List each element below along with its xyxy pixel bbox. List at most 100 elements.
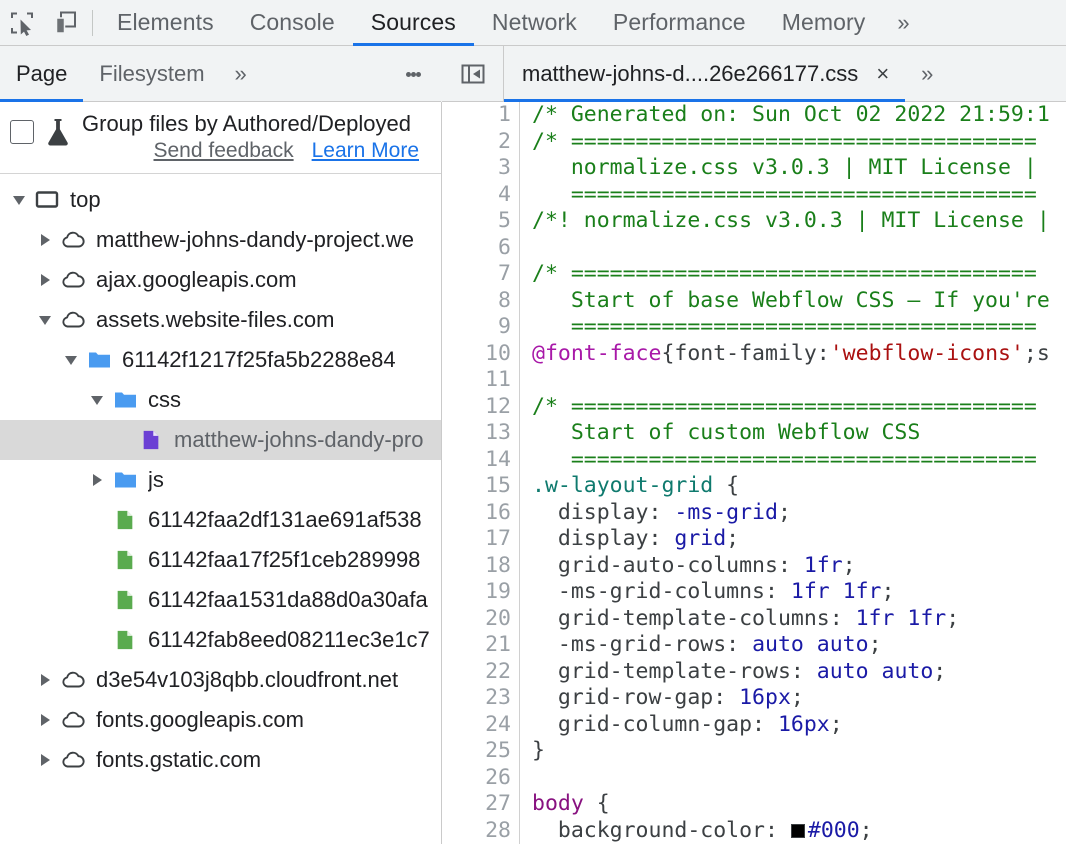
code-line-text[interactable]: ==================================== [520,182,1066,209]
code-line-text[interactable]: Start of base Webflow CSS – If you're [520,288,1066,315]
group-files-checkbox[interactable] [10,120,34,144]
code-line: 9 ==================================== [442,314,1066,341]
chevron-right-icon[interactable] [32,754,58,766]
code-line-text[interactable]: background-color: #000; [520,818,1066,844]
tree-row[interactable]: js [0,460,441,500]
tree-row[interactable]: 61142f1217f25fa5b2288e84 [0,340,441,380]
code-line-text[interactable]: /*! normalize.css v3.0.3 | MIT License | [520,208,1066,235]
code-line-text[interactable]: display: grid; [520,526,1066,553]
editor-tab-css-file[interactable]: matthew-johns-d....26e266177.css × [504,45,906,102]
experiment-title: Group files by Authored/Deployed [82,111,411,136]
code-line-text[interactable]: .w-layout-grid { [520,473,1066,500]
device-toolbar-icon[interactable] [44,0,88,46]
tab-memory[interactable]: Memory [764,0,884,46]
editor-more-tabs-icon[interactable]: » [905,61,949,87]
tree-row[interactable]: matthew-johns-dandy-project.we [0,220,441,260]
inspect-element-icon[interactable] [0,0,44,46]
tab-sources[interactable]: Sources [352,0,474,46]
code-line-text[interactable]: grid-template-columns: 1fr 1fr; [520,606,1066,633]
experiment-links: Send feedback Learn More [82,139,431,163]
code-line-text[interactable]: grid-template-rows: auto auto; [520,659,1066,686]
code-token: /* ==================================== [532,393,1037,419]
chevron-down-icon[interactable] [84,395,110,405]
tree-row[interactable]: 61142faa2df131ae691af538 [0,500,441,540]
code-token: auto auto [816,658,934,684]
chevron-down-icon[interactable] [58,355,84,365]
devtools-window: Elements Console Sources Network Perform… [0,0,1066,844]
chevron-right-icon[interactable] [84,474,110,486]
tree-row[interactable]: fonts.googleapis.com [0,700,441,740]
tree-row[interactable]: css [0,380,441,420]
more-tabs-icon[interactable]: » [883,0,923,46]
code-line-text[interactable]: grid-column-gap: 16px; [520,712,1066,739]
code-line-text[interactable]: ==================================== [520,447,1066,474]
code-line: 20 grid-template-columns: 1fr 1fr; [442,605,1066,633]
code-token: #000 [807,817,860,843]
code-line-text[interactable]: -ms-grid-rows: auto auto; [520,632,1066,659]
send-feedback-link[interactable]: Send feedback [154,139,294,163]
tree-row[interactable]: 61142faa1531da88d0a30afa [0,580,441,620]
tree-row[interactable]: top [0,180,441,220]
code-line-text[interactable]: normalize.css v3.0.3 | MIT License | [520,155,1066,182]
tab-elements[interactable]: Elements [99,0,232,46]
close-icon[interactable]: × [874,62,891,85]
code-line-text[interactable] [520,235,1066,262]
tree-row[interactable]: 61142fab8eed08211ec3e1c7 [0,620,441,660]
line-number: 20 [442,605,520,632]
code-line-text[interactable] [520,367,1066,394]
tree-row[interactable]: matthew-johns-dandy-pro [0,420,441,460]
code-line: 7 /* ==================================== [442,261,1066,288]
collapse-sidebar-icon[interactable] [442,45,504,102]
chevron-down-icon[interactable] [6,195,32,205]
tab-network[interactable]: Network [474,0,595,46]
code-token: Start of base Webflow CSS – If you're [532,287,1050,313]
tree-row[interactable]: d3e54v103j8qbb.cloudfront.net [0,660,441,700]
tree-row[interactable]: fonts.gstatic.com [0,740,441,780]
chevron-down-icon[interactable] [32,315,58,325]
code-line-text[interactable]: -ms-grid-columns: 1fr 1fr; [520,579,1066,606]
code-content[interactable]: 1 /* Generated on: Sun Oct 02 2022 21:59:… [442,102,1066,844]
line-number: 6 [442,234,520,261]
code-line-text[interactable]: grid-auto-columns: 1fr; [520,553,1066,580]
navigator-tab-page[interactable]: Page [0,46,84,102]
code-line-text[interactable] [520,765,1066,792]
navigator-pane: Group files by Authored/Deployed Send fe… [0,102,441,844]
tree-row[interactable]: assets.website-files.com [0,300,441,340]
code-line-text[interactable]: grid-row-gap: 16px; [520,685,1066,712]
code-line-text[interactable]: /* ==================================== [520,129,1066,156]
chevron-right-icon[interactable] [32,274,58,286]
tree-row[interactable]: 61142faa17f25f1ceb289998 [0,540,441,580]
chevron-right-icon[interactable] [32,714,58,726]
panel-subbar: Page Filesystem » matthew-johns-d....26e… [0,45,1066,102]
code-token: ; [790,685,804,710]
tab-console[interactable]: Console [232,0,353,46]
code-line-text[interactable]: @font-face{font-family:'webflow-icons';s [520,341,1066,368]
code-line-text[interactable]: /* ==================================== [520,394,1066,421]
chevron-right-icon[interactable] [32,234,58,246]
code-line-text[interactable]: } [520,738,1066,765]
tree-row[interactable]: ajax.googleapis.com [0,260,441,300]
code-line-text[interactable]: body { [520,791,1066,818]
chevron-right-icon[interactable] [32,674,58,686]
code-line-text[interactable]: ==================================== [520,314,1066,341]
tree-row-label: matthew-johns-dandy-pro [174,427,424,452]
color-swatch-icon[interactable] [790,823,805,838]
code-line-text[interactable]: /* ==================================== [520,261,1066,288]
learn-more-link[interactable]: Learn More [312,139,419,163]
tab-performance[interactable]: Performance [595,0,764,46]
navigator-tabstrip: Page Filesystem » [0,46,441,102]
code-line-text[interactable]: Start of custom Webflow CSS [520,420,1066,447]
code-token: body [532,791,584,816]
code-line-text[interactable]: display: -ms-grid; [520,500,1066,527]
code-line: 16 display: -ms-grid; [442,499,1066,527]
more-options-icon[interactable] [396,46,430,102]
code-line: 15 .w-layout-grid { [442,473,1066,500]
line-number: 8 [442,287,520,314]
code-line: 5 /*! normalize.css v3.0.3 | MIT License … [442,208,1066,235]
code-token: ; [859,817,873,843]
navigator-more-tabs-icon[interactable]: » [221,46,261,102]
code-line-text[interactable]: /* Generated on: Sun Oct 02 2022 21:59:1 [520,102,1066,129]
navigator-tab-filesystem[interactable]: Filesystem [83,46,220,102]
code-token: display: [532,499,675,525]
code-token: grid-auto-columns: [532,552,804,578]
